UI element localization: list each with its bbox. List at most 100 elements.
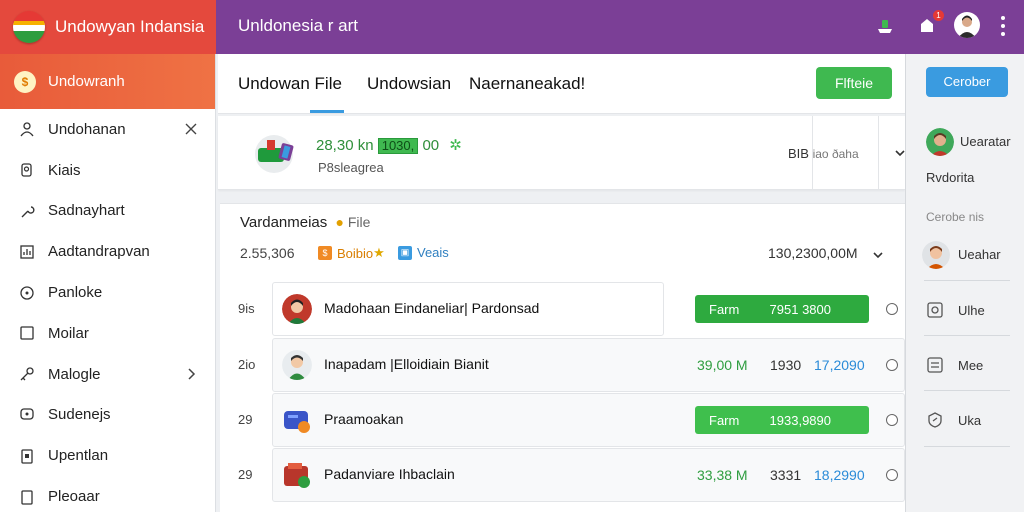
avatar[interactable] [926, 128, 954, 156]
user-avatar[interactable] [954, 12, 980, 38]
app-icon [282, 405, 312, 435]
sidebar-item-active[interactable]: $ Undowranh [0, 54, 215, 109]
secondary-action-button[interactable]: Cerober [926, 67, 1008, 97]
user-subtitle: Rvdorita [926, 170, 975, 185]
table-row[interactable]: 29 Praamoakan Farm 1933,9890 [220, 393, 905, 447]
summary-tag: 1030, [377, 138, 419, 154]
wallet-icon[interactable] [872, 13, 898, 39]
sidebar-item-label: Panloke [48, 284, 103, 302]
avatar [282, 350, 312, 380]
row-radio[interactable] [886, 469, 898, 481]
tag-icon: ▣ [398, 245, 412, 260]
chip-veais[interactable]: ▣ Veais [398, 245, 449, 260]
app-icon [282, 460, 312, 490]
chip-label: Veais [417, 245, 449, 260]
sidebar: $ Undowranh Undohanan Kiais Sadnayhart A… [0, 54, 216, 512]
user-name[interactable]: Ueahar [958, 247, 1001, 262]
chip-boibio[interactable]: $ Boibio ★ [318, 245, 385, 261]
brand-header: Undowyan Indansia [0, 0, 216, 54]
amount-blue: 17,2090 [814, 357, 865, 373]
brand-title: Undowyan Indansia [55, 17, 205, 36]
more-menu-icon[interactable] [996, 13, 1010, 39]
row-radio[interactable] [886, 359, 898, 371]
divider [924, 335, 1010, 336]
settings-gear-icon[interactable]: ✲ [449, 137, 462, 154]
divider [924, 446, 1010, 447]
sidebar-item-label: Pleoaar [48, 488, 100, 506]
divider [812, 116, 813, 190]
tab-bar: Undowan File Undowsian Naernaneakad! Flf… [218, 54, 905, 114]
circle-icon [18, 284, 36, 302]
row-radio[interactable] [886, 303, 898, 315]
summary-subtitle: P8sleagrea [318, 160, 384, 175]
sidebar-item-pleoaar[interactable]: Pleoaar [0, 476, 215, 512]
amount-green: 33,38 M [697, 467, 748, 483]
sidebar-item-malogle[interactable]: Malogle [0, 354, 215, 395]
active-tab-indicator [310, 110, 344, 113]
shield-icon [926, 411, 944, 429]
sidebar-item-upentlan[interactable]: Upentlan [0, 435, 215, 476]
status-pill[interactable]: Farm 7951 3800 [695, 295, 869, 323]
page-title: Unldonesia r art [238, 16, 359, 35]
summary-amount: 28,30 kn 1030, 00 ✲ [316, 136, 462, 154]
light-bulb-icon: ● [335, 214, 344, 230]
row-number: 29 [238, 467, 253, 482]
summary-amount-tail: 00 [422, 137, 440, 154]
avatar[interactable] [922, 241, 950, 269]
section-heading: Cerobe nis [926, 210, 985, 224]
summary-amount-value: 28,30 kn [316, 137, 374, 154]
row-label: Padanviare Ihbaclain [324, 466, 455, 482]
pill-value: 7951 3800 [769, 301, 831, 317]
divider [924, 280, 1010, 281]
sidebar-item-aadtandrapvan[interactable]: Aadtandrapvan [0, 231, 215, 272]
card-title-sub-text: File [347, 214, 371, 230]
notifications-icon[interactable]: 1 [914, 10, 944, 39]
row-number: 29 [238, 412, 253, 427]
close-icon[interactable] [183, 121, 199, 137]
right-item-label[interactable]: Ulhe [958, 303, 985, 318]
sidebar-item-panloke[interactable]: Panloke [0, 272, 215, 313]
user-name[interactable]: Uearatar [960, 134, 1011, 149]
card-title: Vardanmeias ● File [240, 214, 370, 231]
sidebar-item-label: Aadtandrapvan [48, 243, 150, 261]
tab-undowan-file[interactable]: Undowan File [238, 74, 342, 94]
summary-right-small: iao ðaha [812, 147, 859, 161]
amount-plain: 3331 [770, 467, 802, 483]
chevron-right-icon[interactable] [183, 366, 199, 382]
summary-panel: 28,30 kn 1030, 00 ✲ P8sleagrea BIB iao ð… [218, 116, 905, 190]
flag-logo-icon [13, 11, 45, 43]
table-row[interactable]: 9is Madohaan Eindaneliar| Pardonsad Farm… [220, 282, 905, 336]
table-row[interactable]: 2io Inapadam |Elloidiain Bianit 39,00 M … [220, 338, 905, 392]
chart-icon [18, 243, 36, 261]
tab-undowsian[interactable]: Undowsian [367, 74, 451, 94]
right-panel: Cerober Uearatar Rvdorita Cerobe nis Uea… [905, 54, 1024, 512]
notification-badge: 1 [933, 10, 944, 21]
divider [878, 116, 879, 190]
primary-action-button[interactable]: Flfteie [816, 67, 892, 99]
amount-green: 39,00 M [697, 357, 748, 373]
right-item-label[interactable]: Uka [958, 413, 981, 428]
status-pill[interactable]: Farm 1933,9890 [695, 406, 869, 434]
sidebar-item-kiais[interactable]: Kiais [0, 150, 215, 191]
card-total: 130,2300,00M [768, 245, 858, 261]
sidebar-item-label: Malogle [48, 365, 101, 383]
tab-naernaneakad[interactable]: Naernaneakad! [469, 74, 585, 94]
row-number: 9is [238, 301, 255, 316]
cart-icon [250, 130, 302, 174]
pill-label: Farm [709, 301, 740, 317]
main-panel: Undowan File Undowsian Naernaneakad! Flf… [218, 54, 905, 512]
sidebar-item-sudenejs[interactable]: Sudenejs [0, 395, 215, 436]
table-row[interactable]: 29 Padanviare Ihbaclain 33,38 M 3331 18,… [220, 448, 905, 502]
amount-plain: 1930 [770, 357, 802, 373]
sidebar-item-label: Undohanan [48, 120, 126, 138]
circle-target-icon [926, 301, 944, 319]
transactions-card: Vardanmeias ● File 2.55,306 $ Boibio ★ ▣ … [220, 203, 905, 512]
sidebar-item-moilar[interactable]: Moilar [0, 313, 215, 354]
document-icon [18, 488, 36, 506]
row-radio[interactable] [886, 414, 898, 426]
sidebar-item-undohanan[interactable]: Undohanan [0, 109, 215, 150]
sidebar-item-sadnayhart[interactable]: Sadnayhart [0, 191, 215, 232]
summary-right-main: BIB [788, 146, 809, 161]
right-item-label[interactable]: Mee [958, 358, 983, 373]
chevron-down-icon[interactable] [872, 248, 884, 260]
